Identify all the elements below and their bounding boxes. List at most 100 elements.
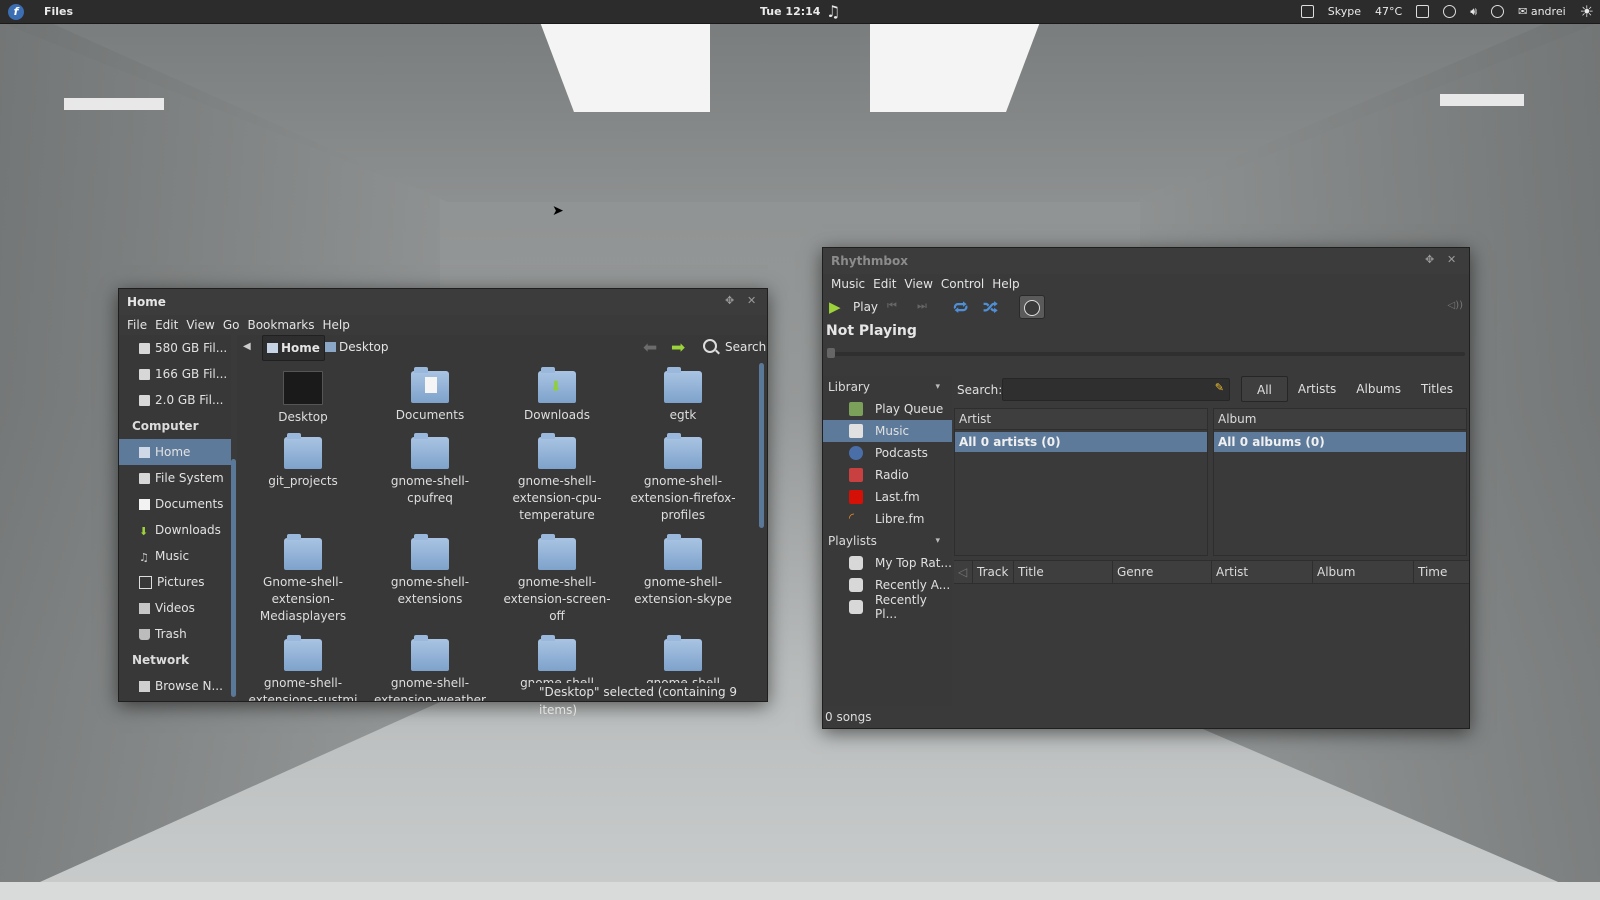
menu-help[interactable]: Help: [319, 318, 354, 332]
menu-control[interactable]: Control: [937, 277, 988, 291]
visualization-button[interactable]: [1019, 295, 1045, 319]
play-icon[interactable]: ▶: [829, 298, 841, 316]
file-item[interactable]: Documents: [370, 367, 490, 424]
seek-slider[interactable]: [827, 348, 1465, 358]
user-menu[interactable]: ✉︎ andrei: [1518, 5, 1566, 18]
close-icon[interactable]: ✕: [1447, 253, 1456, 266]
sidebar-item-documents[interactable]: Documents: [119, 491, 231, 517]
sidebar-scrollbar[interactable]: [231, 459, 236, 697]
file-item[interactable]: gnome-shell-extension-firefox-profiles: [623, 433, 743, 524]
sidebar-heading-playlists[interactable]: Playlists: [823, 530, 952, 552]
music-note-icon[interactable]: ♫: [826, 2, 840, 21]
breadcrumb-left-arrow-icon[interactable]: ◀: [243, 341, 251, 352]
sidebar-item-radio[interactable]: Radio: [823, 464, 952, 486]
seek-handle[interactable]: [827, 348, 835, 358]
file-item[interactable]: gnome-shell-extensions: [370, 534, 490, 608]
playing-column-header[interactable]: ◁: [954, 561, 973, 583]
accessibility-icon[interactable]: [1443, 5, 1457, 18]
back-arrow-icon[interactable]: ⬅: [643, 338, 657, 358]
files-tray-icon[interactable]: [1300, 5, 1314, 18]
sidebar-item-podcasts[interactable]: Podcasts: [823, 442, 952, 464]
maximize-icon[interactable]: ✥: [725, 294, 734, 307]
file-item[interactable]: gnome-shell-extensions-sustmi: [243, 635, 363, 701]
fedora-logo-icon[interactable]: f: [8, 3, 24, 20]
filter-albums[interactable]: Albums: [1346, 376, 1411, 402]
breadcrumb-desktop[interactable]: Desktop: [321, 335, 393, 359]
sidebar-item-device[interactable]: 580 GB Fil...: [119, 335, 231, 361]
album-all-row[interactable]: All 0 albums (0): [1214, 432, 1466, 452]
sidebar-item-file-system[interactable]: File System: [119, 465, 231, 491]
volume-icon[interactable]: 🔊︎: [1470, 5, 1477, 19]
file-item[interactable]: Gnome-shell-extension-Mediasplayers: [243, 534, 363, 625]
sidebar-item-music[interactable]: Music: [823, 420, 952, 442]
file-item[interactable]: egtk: [623, 367, 743, 424]
column-album[interactable]: Album: [1313, 561, 1414, 583]
sidebar-heading-library[interactable]: Library: [823, 376, 952, 398]
column-track[interactable]: Track: [973, 561, 1014, 583]
menu-file[interactable]: File: [123, 318, 151, 332]
play-button[interactable]: Play: [853, 300, 878, 314]
menu-go[interactable]: Go: [219, 318, 244, 332]
sidebar-item-trash[interactable]: Trash: [119, 621, 231, 647]
file-item[interactable]: gnome-shell-extension-cpu-temperature: [497, 433, 617, 524]
album-column-header[interactable]: Album: [1214, 409, 1466, 430]
repeat-icon[interactable]: 🔁︎: [953, 297, 968, 319]
sidebar-item-pictures[interactable]: Pictures: [119, 569, 231, 595]
column-title[interactable]: Title: [1014, 561, 1113, 583]
menu-edit[interactable]: Edit: [869, 277, 900, 291]
sidebar-item-playlist[interactable]: Recently Pl...: [823, 593, 952, 621]
sidebar-item-music[interactable]: ♫ Music: [119, 543, 231, 569]
column-time[interactable]: Time: [1414, 561, 1458, 583]
menu-view[interactable]: View: [182, 318, 218, 332]
rhythmbox-titlebar[interactable]: Rhythmbox ✥ ✕: [823, 248, 1469, 274]
filter-all[interactable]: All: [1241, 376, 1288, 402]
app-menu[interactable]: Files: [44, 5, 73, 18]
file-item[interactable]: ⬇ Downloads: [497, 367, 617, 424]
close-icon[interactable]: ✕: [747, 294, 756, 307]
sidebar-item-device[interactable]: 166 GB Fil...: [119, 361, 231, 387]
sidebar-item-home[interactable]: Home: [119, 439, 231, 465]
file-item[interactable]: gnome-shell-extension-weather: [370, 635, 490, 701]
shuffle-icon[interactable]: 🔀︎: [983, 297, 998, 319]
file-item[interactable]: Desktop: [243, 371, 363, 426]
column-genre[interactable]: Genre: [1113, 561, 1212, 583]
system-monitor-icon[interactable]: [1416, 5, 1430, 18]
forward-arrow-icon[interactable]: ➡: [671, 338, 685, 358]
volume-icon[interactable]: ◁)): [1448, 300, 1464, 311]
sidebar-item-videos[interactable]: Videos: [119, 595, 231, 621]
search-button[interactable]: Search: [703, 339, 766, 354]
sidebar-item-librefm[interactable]: ◜ Libre.fm: [823, 508, 952, 530]
menu-help[interactable]: Help: [988, 277, 1023, 291]
temperature-indicator[interactable]: 47°C: [1375, 5, 1402, 18]
clear-search-icon[interactable]: ✎: [1215, 381, 1224, 394]
sidebar-item-downloads[interactable]: ⬇ Downloads: [119, 517, 231, 543]
sidebar-item-browse-network[interactable]: Browse N...: [119, 673, 231, 699]
file-item[interactable]: git_projects: [243, 433, 363, 490]
breadcrumb-home[interactable]: Home: [262, 335, 325, 361]
network-icon[interactable]: [1491, 5, 1505, 18]
search-input[interactable]: ✎: [1002, 378, 1230, 401]
sidebar-item-playlist[interactable]: My Top Rat...: [823, 552, 952, 574]
filter-artists[interactable]: Artists: [1288, 376, 1346, 402]
skype-indicator[interactable]: Skype: [1328, 5, 1361, 18]
file-item[interactable]: gnome-shell-extension-screen-off: [497, 534, 617, 625]
sidebar-item-lastfm[interactable]: Last.fm: [823, 486, 952, 508]
artist-all-row[interactable]: All 0 artists (0): [955, 432, 1207, 452]
previous-icon[interactable]: ⏮: [887, 299, 897, 313]
menu-view[interactable]: View: [900, 277, 936, 291]
menu-edit[interactable]: Edit: [151, 318, 182, 332]
filter-titles[interactable]: Titles: [1411, 376, 1463, 402]
menu-bookmarks[interactable]: Bookmarks: [243, 318, 318, 332]
clock[interactable]: Tue 12:14: [760, 5, 820, 18]
artist-column-header[interactable]: Artist: [955, 409, 1207, 430]
maximize-icon[interactable]: ✥: [1425, 253, 1434, 266]
next-icon[interactable]: ⏭: [917, 299, 927, 313]
file-grid-scrollbar[interactable]: [759, 363, 764, 528]
menu-music[interactable]: Music: [827, 277, 869, 291]
file-item[interactable]: gnome-shell-extension-skype: [623, 534, 743, 608]
brightness-icon[interactable]: ☀︎: [1580, 2, 1594, 21]
sidebar-item-device[interactable]: 2.0 GB Fil...: [119, 387, 231, 413]
file-item[interactable]: gnome-shell-cpufreq: [370, 433, 490, 507]
files-titlebar[interactable]: Home ✥ ✕: [119, 289, 767, 315]
column-artist[interactable]: Artist: [1212, 561, 1313, 583]
